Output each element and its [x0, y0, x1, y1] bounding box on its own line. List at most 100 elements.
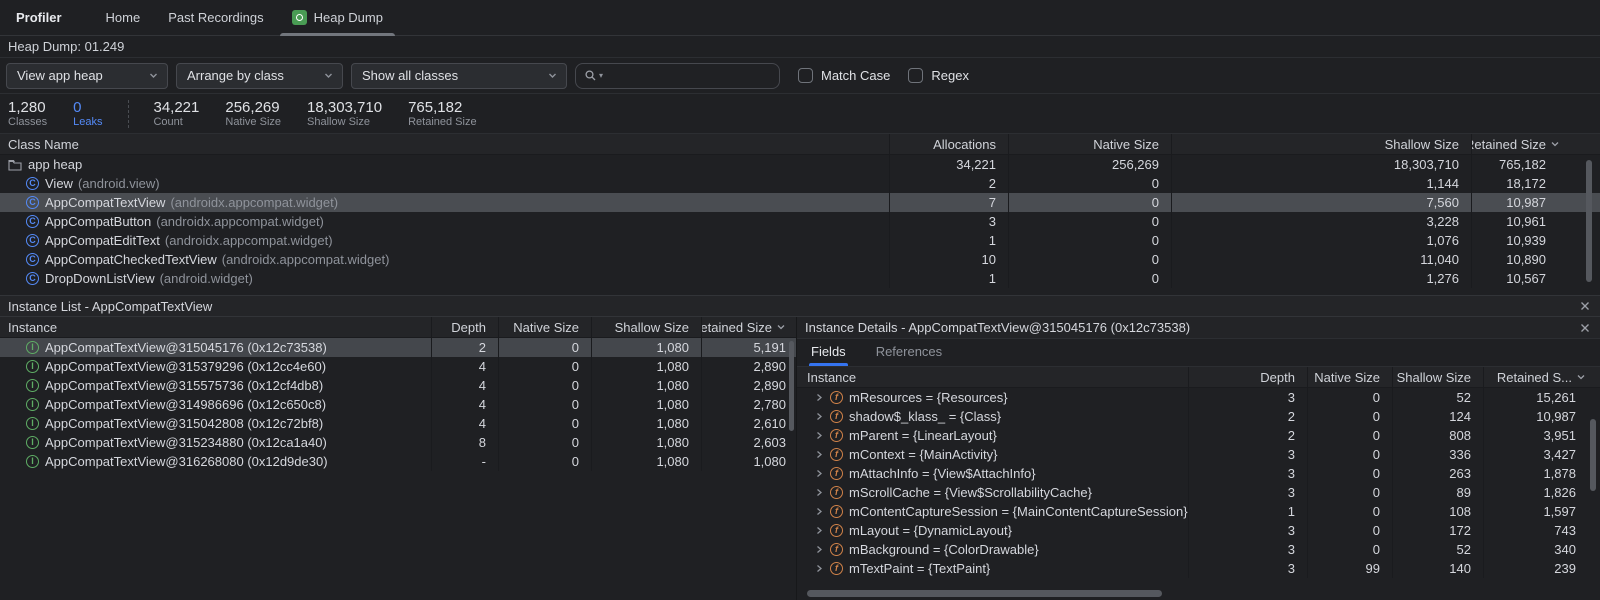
class-row-appcompatcheckedtextview[interactable]: C AppCompatCheckedTextView (androidx.app… — [0, 250, 1600, 269]
native-value: 0 — [498, 376, 591, 395]
col-retained-size[interactable]: Retained Size — [1471, 134, 1600, 154]
native-value: 0 — [1307, 540, 1392, 559]
col-native-size[interactable]: Native Size — [1008, 134, 1171, 154]
arrange-by-select[interactable]: Arrange by class — [176, 63, 343, 89]
stat-classes: 1,280 Classes — [8, 99, 47, 128]
col-depth[interactable]: Depth — [431, 317, 498, 337]
tab-home[interactable]: Home — [92, 0, 155, 36]
chevron-right-icon[interactable] — [815, 506, 824, 517]
field-row-label: mParent = {LinearLayout} — [849, 428, 997, 443]
regex-checkbox[interactable] — [908, 68, 923, 83]
field-row[interactable]: f shadow$_klass_ = {Class} 2 0 124 10,98… — [797, 407, 1600, 426]
instance-list-header: Instance Depth Native Size Shallow Size … — [0, 317, 796, 338]
instance-list-title-bar: Instance List - AppCompatTextView — [0, 296, 1600, 317]
shallow-value: 1,144 — [1171, 174, 1471, 193]
chevron-right-icon[interactable] — [815, 487, 824, 498]
retained-value: 340 — [1483, 540, 1600, 559]
instance-row[interactable]: I AppCompatTextView@314986696 (0x12c650c… — [0, 395, 796, 414]
col-retained-size[interactable]: Retained Size — [701, 317, 796, 337]
stat-leaks[interactable]: 0 Leaks — [73, 99, 102, 128]
tab-past-recordings[interactable]: Past Recordings — [154, 0, 277, 36]
class-row-appcompattextview-selected[interactable]: C AppCompatTextView (androidx.appcompat.… — [0, 193, 1600, 212]
depth-value: 3 — [1188, 521, 1307, 540]
field-row[interactable]: f mLayout = {DynamicLayout} 3 0 172 743 — [797, 521, 1600, 540]
retained-value: 743 — [1483, 521, 1600, 540]
class-row-dropdownlistview[interactable]: C DropDownListView (android.widget) 1 0 … — [0, 269, 1600, 288]
class-row-view[interactable]: C View (android.view) 2 0 1,144 18,172 — [0, 174, 1600, 193]
class-table-scrollbar[interactable] — [1586, 160, 1592, 282]
search-input[interactable] — [605, 68, 771, 83]
field-row[interactable]: f mParent = {LinearLayout} 2 0 808 3,951 — [797, 426, 1600, 445]
alloc-value: 1 — [889, 231, 1008, 250]
field-row[interactable]: f mScrollCache = {View$ScrollabilityCach… — [797, 483, 1600, 502]
instance-row[interactable]: I AppCompatTextView@315234880 (0x12ca1a4… — [0, 433, 796, 452]
col-native-size[interactable]: Native Size — [498, 317, 591, 337]
col-shallow-size[interactable]: Shallow Size — [1171, 134, 1471, 154]
col-instance[interactable]: Instance — [0, 320, 431, 335]
native-value: 0 — [1008, 250, 1171, 269]
tab-heap-dump-label: Heap Dump — [314, 10, 383, 25]
chevron-right-icon[interactable] — [815, 430, 824, 441]
search-options-caret-icon[interactable]: ▾ — [599, 72, 603, 80]
search-box[interactable]: ▾ — [575, 63, 780, 89]
class-row-appcompatedittext[interactable]: C AppCompatEditText (androidx.appcompat.… — [0, 231, 1600, 250]
col-native-size[interactable]: Native Size — [1307, 367, 1392, 387]
close-icon[interactable] — [1578, 321, 1592, 335]
class-row-package: (androidx.appcompat.widget) — [156, 214, 324, 229]
instance-row[interactable]: I AppCompatTextView@315575736 (0x12cf4db… — [0, 376, 796, 395]
instance-details-horizontal-scrollbar[interactable] — [807, 590, 1162, 597]
alloc-value: 7 — [889, 193, 1008, 212]
class-row-app-heap[interactable]: app heap 34,221 256,269 18,303,710 765,1… — [0, 155, 1600, 174]
chevron-right-icon[interactable] — [815, 392, 824, 403]
tab-heap-dump[interactable]: Heap Dump — [278, 0, 397, 36]
instance-row[interactable]: I AppCompatTextView@315379296 (0x12cc4e6… — [0, 357, 796, 376]
retained-value: 2,890 — [701, 376, 796, 395]
instance-row[interactable]: I AppCompatTextView@315042808 (0x12c72bf… — [0, 414, 796, 433]
col-class-name[interactable]: Class Name — [0, 137, 889, 152]
instance-list-scrollbar[interactable] — [789, 341, 794, 431]
class-row-appcompatbutton[interactable]: C AppCompatButton (androidx.appcompat.wi… — [0, 212, 1600, 231]
chevron-right-icon[interactable] — [815, 525, 824, 536]
native-value: 0 — [498, 395, 591, 414]
heap-scope-select[interactable]: View app heap — [6, 63, 168, 89]
class-filter-select[interactable]: Show all classes — [351, 63, 567, 89]
close-icon[interactable] — [1578, 299, 1592, 313]
field-row[interactable]: f mContext = {MainActivity} 3 0 336 3,42… — [797, 445, 1600, 464]
retained-value: 765,182 — [1471, 155, 1600, 174]
field-row[interactable]: f mTextPaint = {TextPaint} 3 99 140 239 — [797, 559, 1600, 578]
depth-value: - — [431, 452, 498, 471]
col-shallow-size[interactable]: Shallow Size — [591, 317, 701, 337]
instance-details-scrollbar[interactable] — [1590, 419, 1596, 491]
col-allocations[interactable]: Allocations — [889, 134, 1008, 154]
chevron-right-icon[interactable] — [815, 449, 824, 460]
chevron-right-icon[interactable] — [815, 468, 824, 479]
field-row[interactable]: f mAttachInfo = {View$AttachInfo} 3 0 26… — [797, 464, 1600, 483]
stat-shallow-size-value: 18,303,710 — [307, 99, 382, 116]
depth-value: 2 — [1188, 426, 1307, 445]
chevron-right-icon[interactable] — [815, 563, 824, 574]
field-row-label: mScrollCache = {View$ScrollabilityCache} — [849, 485, 1092, 500]
match-case-option[interactable]: Match Case — [798, 68, 890, 83]
retained-value: 15,261 — [1483, 388, 1600, 407]
col-shallow-size[interactable]: Shallow Size — [1392, 367, 1483, 387]
instance-row[interactable]: I AppCompatTextView@316268080 (0x12d9de3… — [0, 452, 796, 471]
native-value: 0 — [498, 338, 591, 357]
chevron-right-icon[interactable] — [815, 544, 824, 555]
field-row[interactable]: f mBackground = {ColorDrawable} 3 0 52 3… — [797, 540, 1600, 559]
tab-references[interactable]: References — [874, 344, 944, 366]
col-retained-size[interactable]: Retained S... — [1483, 367, 1600, 387]
class-filter-value: Show all classes — [362, 68, 458, 83]
field-row[interactable]: f mContentCaptureSession = {MainContentC… — [797, 502, 1600, 521]
field-row[interactable]: f mResources = {Resources} 3 0 52 15,261 — [797, 388, 1600, 407]
regex-option[interactable]: Regex — [908, 68, 969, 83]
instance-row-selected[interactable]: I AppCompatTextView@315045176 (0x12c7353… — [0, 338, 796, 357]
col-depth[interactable]: Depth — [1188, 367, 1307, 387]
chevron-right-icon[interactable] — [815, 411, 824, 422]
tab-fields[interactable]: Fields — [809, 344, 848, 366]
match-case-checkbox[interactable] — [798, 68, 813, 83]
stat-classes-label: Classes — [8, 116, 47, 128]
col-instance[interactable]: Instance — [797, 370, 1188, 385]
depth-value: 3 — [1188, 540, 1307, 559]
active-tab-underline — [280, 33, 395, 36]
bottom-section: Instance List - AppCompatTextView Instan… — [0, 295, 1600, 600]
